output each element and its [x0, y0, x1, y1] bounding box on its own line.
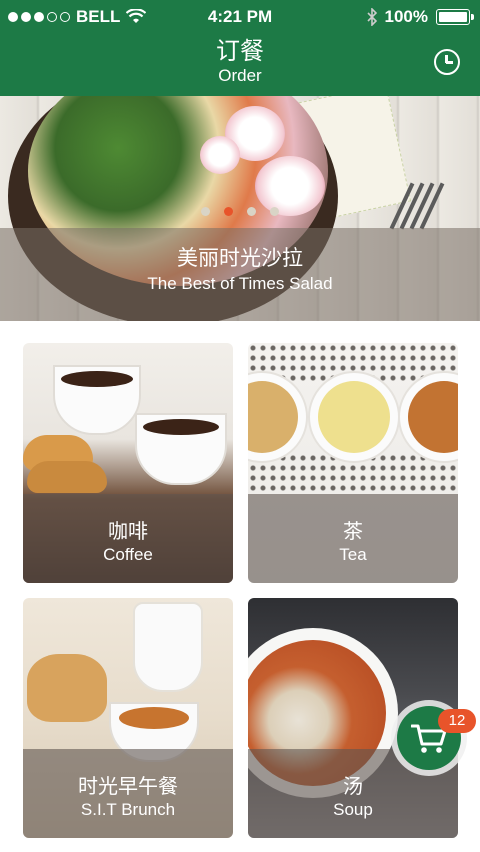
bluetooth-icon [366, 8, 377, 26]
cart-count-badge: 12 [438, 709, 476, 733]
hero-title-cn: 美丽时光沙拉 [177, 247, 303, 270]
category-caption: 时光早午餐 S.I.T Brunch [23, 749, 233, 838]
status-right: 100% [366, 7, 474, 27]
coffee-cup-image [53, 365, 141, 435]
category-card-coffee[interactable]: 咖啡 Coffee [23, 343, 233, 583]
status-bar: BELL 4:21 PM 100% [0, 0, 480, 34]
category-title-en: Coffee [103, 545, 153, 564]
page-title: 订餐 Order [0, 38, 480, 86]
category-title-cn: 茶 [343, 521, 363, 543]
carousel-pager[interactable] [0, 207, 480, 216]
page-title-cn: 订餐 [216, 38, 264, 65]
battery-icon [436, 9, 474, 25]
category-title-en: Soup [333, 800, 373, 819]
category-card-brunch[interactable]: 时光早午餐 S.I.T Brunch [23, 598, 233, 838]
page-title-en: Order [218, 66, 262, 85]
battery-percent: 100% [384, 7, 428, 26]
category-title-cn: 时光早午餐 [78, 776, 178, 798]
category-caption: 茶 Tea [248, 494, 458, 583]
category-title-en: Tea [339, 545, 367, 564]
pager-dot-active[interactable] [224, 207, 233, 216]
tea-cup-image [248, 371, 308, 463]
pager-dot[interactable] [270, 207, 279, 216]
category-title-cn: 汤 [343, 776, 363, 798]
hero-caption: 美丽时光沙拉 The Best of Times Salad [0, 228, 480, 321]
pager-dot[interactable] [201, 207, 210, 216]
category-caption: 咖啡 Coffee [23, 494, 233, 583]
pager-dot[interactable] [247, 207, 256, 216]
category-title-cn: 咖啡 [108, 521, 148, 543]
milk-pitcher-image [133, 602, 203, 692]
top-bar: BELL 4:21 PM 100% 订餐 Order [0, 0, 480, 96]
clock-icon[interactable] [434, 49, 460, 75]
hero-title-en: The Best of Times Salad [147, 274, 333, 293]
scone-image [27, 654, 107, 722]
category-title-en: S.I.T Brunch [80, 800, 176, 819]
category-card-tea[interactable]: 茶 Tea [248, 343, 458, 583]
